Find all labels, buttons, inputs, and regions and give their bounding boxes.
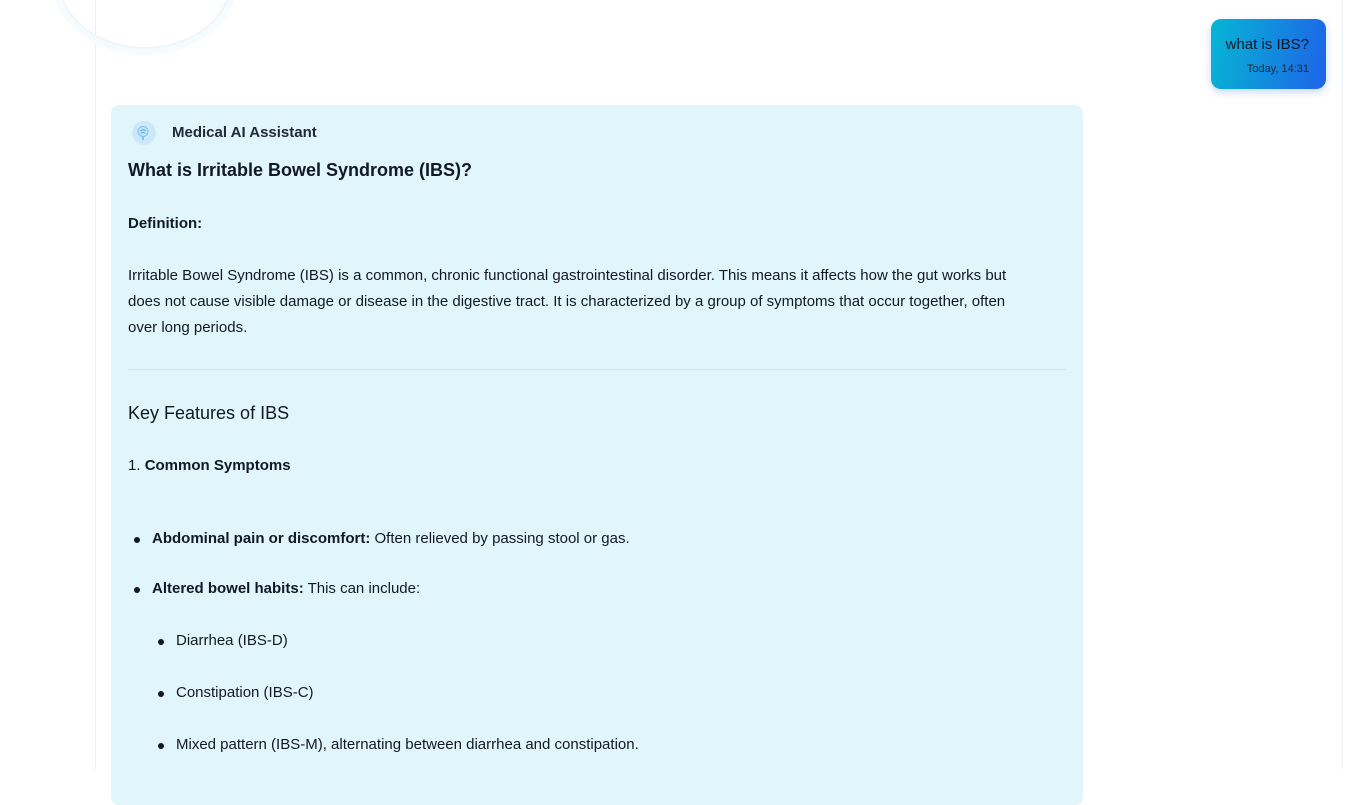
bullet-dot [134,537,140,543]
right-divider [1342,0,1343,769]
sub-list-item: Constipation (IBS-C) [176,684,314,701]
subsection-number: 1. [128,457,141,474]
user-message-text: what is IBS? [1225,36,1309,53]
subsection-label: Common Symptoms [144,457,291,474]
sub-bullet-dot [158,743,164,749]
list-item: Altered bowel habits: This can include: [152,580,420,597]
definition-line-3: over long periods. [128,319,248,336]
assistant-name: Medical AI Assistant [172,124,317,141]
decorative-ring [58,0,232,49]
sub-bullet-dot [158,639,164,645]
list-item: Abdominal pain or discomfort: Often reli… [152,530,630,547]
user-message-timestamp: Today, 14:31 [1246,63,1309,75]
sub-list-item: Mixed pattern (IBS-M), alternating betwe… [176,736,639,753]
definition-line-1: Irritable Bowel Syndrome (IBS) is a comm… [128,267,1007,284]
section-title: Key Features of IBS [128,403,290,423]
sub-bullet-dot [158,691,164,697]
definition-label: Definition: [128,215,203,232]
brain-icon [132,121,156,145]
bullet-dot [134,587,140,593]
subsection-heading: 1. Common Symptoms [128,453,291,479]
left-divider [95,0,96,769]
list-item-text: This can include: [303,580,421,597]
list-item-bold: Altered bowel habits: [152,580,304,597]
brain-icon-glyph [137,126,149,140]
list-item-bold: Abdominal pain or discomfort: [152,530,371,547]
definition-line-2: does not cause visible damage or disease… [128,293,1006,310]
list-item-text: Often relieved by passing stool or gas. [370,530,630,547]
response-title: What is Irritable Bowel Syndrome (IBS)? [128,160,473,180]
sub-list-item: Diarrhea (IBS-D) [176,632,288,649]
user-message-bubble: what is IBS? Today, 14:31 [1211,19,1326,89]
section-divider [128,369,1066,370]
